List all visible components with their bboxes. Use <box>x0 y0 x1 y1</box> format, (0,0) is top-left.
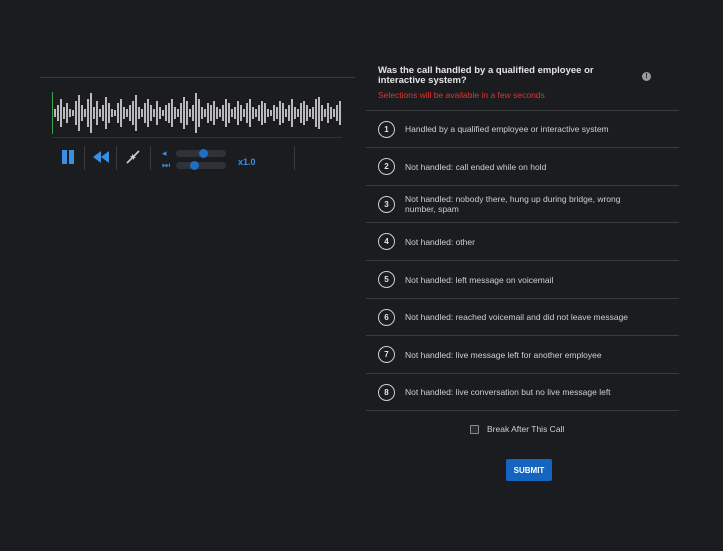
info-icon[interactable]: ! <box>642 72 651 81</box>
volume-row: ◂ <box>162 147 282 159</box>
selection-notice: Selections will be available in a few se… <box>378 90 545 100</box>
option-label: Not handled: call ended while on hold <box>405 161 547 172</box>
volume-icon: ◂ <box>162 148 167 158</box>
option-label: Not handled: other <box>405 236 475 247</box>
option-label: Not handled: live conversation but no li… <box>405 387 611 397</box>
option-5[interactable]: 5 Not handled: left message on voicemail <box>366 261 679 299</box>
option-4[interactable]: 4 Not handled: other <box>366 223 679 261</box>
option-number: 1 <box>378 120 395 138</box>
speed-knob[interactable] <box>190 161 200 170</box>
waveform[interactable] <box>52 92 342 134</box>
waveform-bars <box>54 93 341 133</box>
option-number: 2 <box>378 158 395 175</box>
audio-player: ◂ ⏭ x1.0 <box>40 77 355 172</box>
control-separator <box>294 146 295 170</box>
option-number: 7 <box>378 346 395 363</box>
control-separator <box>84 146 85 170</box>
pause-button[interactable] <box>60 144 76 170</box>
question-panel: Was the call handled by a qualified empl… <box>366 65 679 481</box>
shrink-button[interactable] <box>124 144 142 170</box>
shrink-icon <box>126 150 140 164</box>
question-title: Was the call handled by a qualified empl… <box>378 65 594 86</box>
option-label: Not handled: nobody there, hung up durin… <box>405 194 621 214</box>
playback-rate: x1.0 <box>238 157 256 167</box>
speed-row: ⏭ <box>162 159 282 171</box>
volume-slider[interactable] <box>176 149 226 158</box>
break-checkbox[interactable] <box>470 424 479 434</box>
option-label: Handled by a qualified employee or inter… <box>405 124 609 134</box>
option-2[interactable]: 2 Not handled: call ended while on hold <box>366 148 679 186</box>
option-label: Not handled: left message on voicemail <box>405 274 554 285</box>
option-number: 5 <box>378 271 395 288</box>
option-label: Not handled: reached voicemail and did n… <box>405 312 629 322</box>
fast-forward-icon: ⏭ <box>162 160 171 170</box>
pause-icon <box>62 150 74 164</box>
break-after-call[interactable]: Break After This Call <box>470 424 564 434</box>
option-number: 4 <box>378 233 395 250</box>
speed-slider[interactable] <box>176 161 226 170</box>
option-list: 1 Handled by a qualified employee or inte… <box>366 110 679 411</box>
option-3[interactable]: 3 Not handled: nobody there, hung up duri… <box>366 186 679 223</box>
option-1[interactable]: 1 Handled by a qualified employee or inte… <box>366 111 679 148</box>
option-number: 6 <box>378 308 395 326</box>
player-sliders: ◂ ⏭ x1.0 <box>162 147 282 171</box>
option-number: 3 <box>378 195 395 213</box>
control-separator <box>150 146 151 170</box>
break-label: Break After This Call <box>487 424 565 434</box>
option-number: 8 <box>378 383 395 401</box>
control-separator <box>116 146 117 170</box>
rewind-icon <box>93 151 109 163</box>
submit-button[interactable]: SUBMIT <box>506 459 552 481</box>
option-7[interactable]: 7 Not handled: live message left for anot… <box>366 336 679 374</box>
player-divider <box>40 77 355 78</box>
player-controls: ◂ ⏭ x1.0 <box>52 144 355 172</box>
waveform-baseline <box>52 137 342 138</box>
rewind-button[interactable] <box>92 144 110 170</box>
option-label: Not handled: live message left for anoth… <box>405 349 602 360</box>
option-6[interactable]: 6 Not handled: reached voicemail and did … <box>366 299 679 336</box>
volume-knob[interactable] <box>198 149 208 158</box>
option-8[interactable]: 8 Not handled: live conversation but no l… <box>366 374 679 411</box>
